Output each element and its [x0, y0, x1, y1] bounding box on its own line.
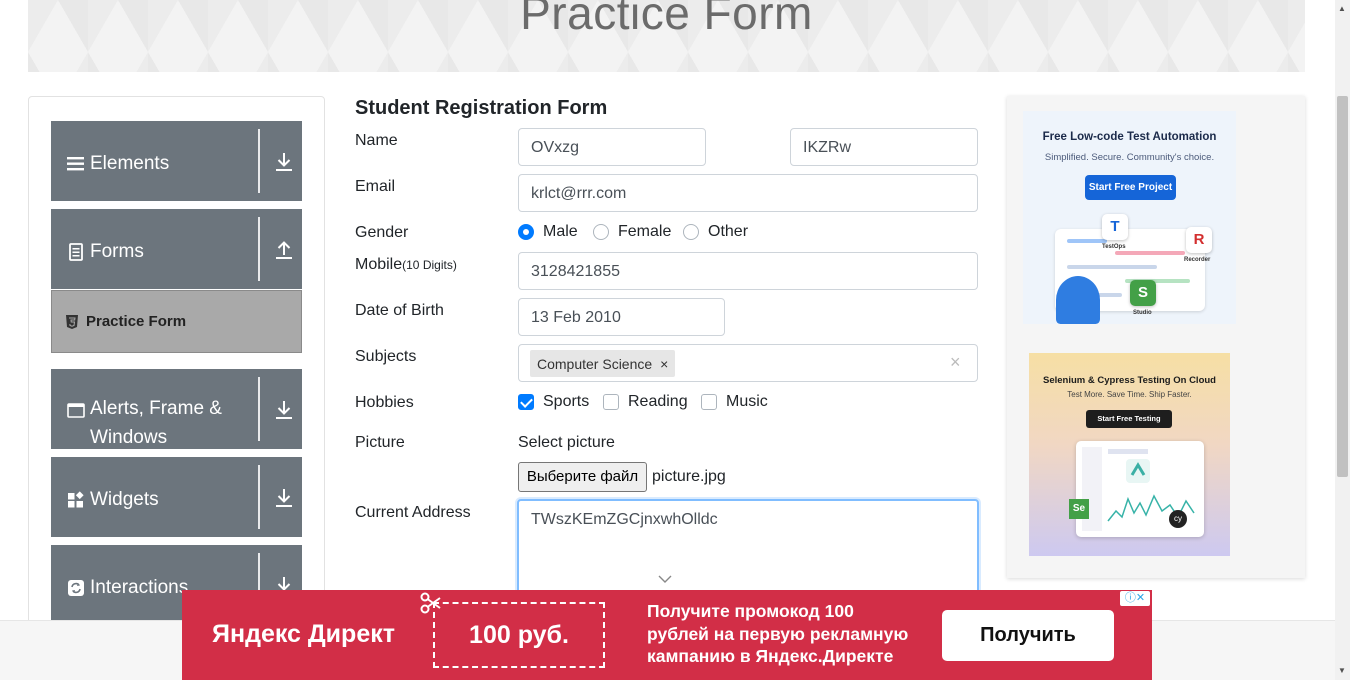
sidebar-item-practice-form[interactable]: Practice Form [51, 290, 302, 353]
name-label: Name [355, 132, 398, 149]
get-promo-button[interactable]: Получить [942, 610, 1114, 661]
radio-button[interactable] [683, 224, 699, 240]
ad-subtitle: Simplified. Secure. Community's choice. [1044, 152, 1215, 163]
divider [258, 465, 260, 529]
checkbox-label: Reading [628, 393, 688, 410]
start-free-project-button[interactable]: Start Free Project [1085, 175, 1176, 200]
sidebar-item-label: Practice Form [86, 313, 187, 330]
first-name-input[interactable]: OVxzg [518, 128, 706, 166]
hobbies-label: Hobbies [355, 394, 414, 411]
document-icon [69, 243, 83, 261]
recorder-icon: R [1186, 227, 1212, 253]
last-name-input[interactable]: IKZRw [790, 128, 978, 166]
file-name: picture.jpg [652, 468, 726, 485]
current-address-textarea[interactable]: TWszKEmZGCjnxwhOlldc [517, 499, 979, 599]
mobile-hint: (10 Digits) [402, 258, 457, 272]
checkbox-label: Sports [543, 393, 590, 410]
download-icon [276, 489, 292, 507]
mobile-input[interactable]: 3128421855 [518, 252, 978, 290]
left-navigation: Elements Forms Practice Form Alerts, Fra… [28, 96, 325, 636]
ad-subtitle: Test More. Save Time. Ship Faster. [1067, 390, 1192, 399]
mobile-label: Mobile(10 Digits) [355, 256, 457, 273]
yandex-direct-ad[interactable]: Яндекс Директ 100 руб. Получите промокод… [182, 590, 1152, 680]
gender-radio-male[interactable]: Male [518, 223, 578, 241]
gender-label: Gender [355, 224, 409, 241]
scroll-down-icon[interactable]: ▼ [1338, 666, 1346, 675]
sidebar-group-elements[interactable]: Elements [51, 121, 302, 201]
chip-remove-icon[interactable]: × [660, 356, 668, 372]
current-address-label: Current Address [355, 504, 471, 521]
sidebar-group-label: Widgets [90, 489, 159, 510]
choose-file-button[interactable]: Выберите файл [518, 462, 647, 492]
checkbox[interactable] [603, 394, 619, 410]
ad-message: Получите промокод 100 рублей на первую р… [647, 601, 909, 666]
divider [258, 377, 260, 441]
gender-radio-other[interactable]: Other [683, 223, 748, 241]
email-input[interactable]: krlct@rrr.com [518, 174, 978, 212]
radio-button-selected[interactable] [518, 224, 534, 240]
coupon-amount: 100 руб. [433, 602, 605, 668]
html5-icon [66, 315, 78, 329]
ad-title: Selenium & Cypress Testing On Cloud [1043, 375, 1216, 386]
robot-arm-icon [1056, 276, 1100, 324]
sidebar-group-label: Elements [90, 153, 170, 174]
sidebar-group-label: Alerts, Frame & Windows [90, 398, 222, 448]
radio-label: Other [708, 223, 749, 240]
sidebar-group-forms[interactable]: Forms [51, 209, 302, 289]
hobby-checkbox-music[interactable]: Music [701, 393, 768, 411]
product-caption: TestOps [1102, 244, 1126, 250]
ad-title: Free Low-code Test Automation [1042, 131, 1217, 143]
hamburger-icon [67, 157, 84, 171]
start-free-testing-button[interactable]: Start Free Testing [1086, 410, 1172, 428]
subjects-label: Subjects [355, 348, 417, 365]
ad-info-close-icon[interactable]: ⓘ✕ [1120, 591, 1150, 606]
radio-button[interactable] [593, 224, 609, 240]
sidebar-group-label: Interactions [90, 577, 189, 598]
studio-icon: S [1130, 280, 1156, 306]
testops-icon: T [1102, 214, 1128, 240]
select-picture-label: Select picture [518, 434, 615, 451]
download-icon [276, 153, 292, 171]
lambdatest-ad[interactable]: Selenium & Cypress Testing On Cloud Test… [1029, 353, 1230, 556]
clear-subjects-icon[interactable]: × [950, 352, 961, 373]
gender-radio-female[interactable]: Female [593, 223, 671, 241]
subject-chip: Computer Science × [530, 350, 676, 377]
page-banner: Practice Form [28, 0, 1305, 72]
chevron-down-icon[interactable] [658, 574, 672, 584]
ad-brand: Яндекс Директ [212, 620, 395, 648]
sidebar-group-widgets[interactable]: Widgets [51, 457, 302, 537]
hobby-checkbox-reading[interactable]: Reading [603, 393, 688, 411]
checkbox[interactable] [701, 394, 717, 410]
sidebar-group-alerts[interactable]: Alerts, Frame & Windows [51, 369, 302, 449]
date-of-birth-input[interactable]: 13 Feb 2010 [518, 298, 725, 336]
window-icon [67, 403, 85, 418]
download-icon [276, 401, 292, 419]
checkbox-checked[interactable] [518, 394, 534, 410]
page-title: Practice Form [520, 0, 813, 39]
katalon-ad[interactable]: Free Low-code Test Automation Simplified… [1023, 111, 1236, 324]
radio-label: Male [543, 223, 578, 240]
cypress-icon: cy [1169, 510, 1187, 528]
selenium-icon: Se [1069, 499, 1089, 519]
interactions-icon [68, 580, 84, 596]
radio-label: Female [618, 223, 672, 240]
sidebar-group-label: Forms [90, 241, 144, 262]
dob-label: Date of Birth [355, 302, 444, 319]
email-label: Email [355, 178, 396, 195]
subject-chip-label: Computer Science [537, 355, 653, 372]
picture-label: Picture [355, 434, 405, 451]
scrollbar-thumb[interactable] [1337, 96, 1348, 477]
hobby-checkbox-sports[interactable]: Sports [518, 393, 589, 411]
upload-icon [276, 241, 292, 259]
divider [258, 217, 260, 281]
divider [258, 129, 260, 193]
product-caption: Recorder [1184, 257, 1211, 263]
form-title: Student Registration Form [355, 97, 608, 119]
checkbox-label: Music [726, 393, 768, 410]
product-caption: Studio [1133, 310, 1152, 316]
widgets-icon [68, 491, 84, 508]
scroll-up-icon[interactable]: ▲ [1338, 4, 1346, 13]
